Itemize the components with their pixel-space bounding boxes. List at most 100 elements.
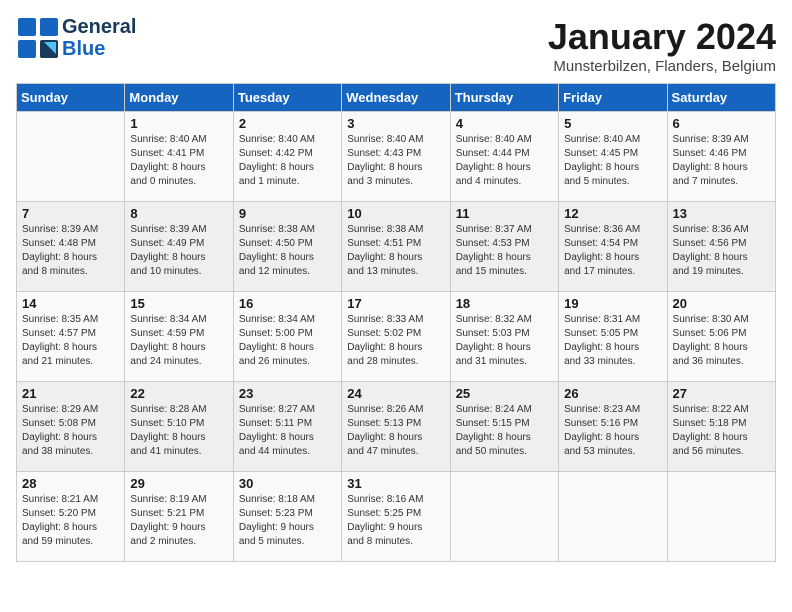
week-row-2: 7 Sunrise: 8:39 AM Sunset: 4:48 PM Daylig… (17, 202, 776, 292)
day-number: 3 (347, 116, 444, 131)
day-number: 9 (239, 206, 336, 221)
logo-text-blue: Blue (62, 38, 136, 60)
day-number: 24 (347, 386, 444, 401)
day-info: Sunrise: 8:31 AM Sunset: 5:05 PM Dayligh… (564, 313, 661, 369)
calendar-cell: 26 Sunrise: 8:23 AM Sunset: 5:16 PM Dayli… (559, 382, 667, 472)
day-number: 22 (130, 386, 227, 401)
day-info: Sunrise: 8:39 AM Sunset: 4:46 PM Dayligh… (673, 133, 770, 189)
day-info: Sunrise: 8:40 AM Sunset: 4:45 PM Dayligh… (564, 133, 661, 189)
day-info: Sunrise: 8:29 AM Sunset: 5:08 PM Dayligh… (22, 403, 119, 459)
calendar-cell (450, 472, 558, 562)
calendar-cell: 9Sunrise: 8:38 AM Sunset: 4:50 PM Daylig… (233, 202, 341, 292)
calendar-cell: 28 Sunrise: 8:21 AM Sunset: 5:20 PM Dayli… (17, 472, 125, 562)
day-number: 10 (347, 206, 444, 221)
calendar-header: SundayMondayTuesdayWednesdayThursdayFrid… (17, 84, 776, 112)
calendar-cell: 21 Sunrise: 8:29 AM Sunset: 5:08 PM Dayli… (17, 382, 125, 472)
calendar-cell: 23 Sunrise: 8:27 AM Sunset: 5:11 PM Dayli… (233, 382, 341, 472)
calendar-cell: 6 Sunrise: 8:39 AM Sunset: 4:46 PM Daylig… (667, 112, 775, 202)
logo: General Blue (16, 16, 136, 60)
calendar-cell: 11 Sunrise: 8:37 AM Sunset: 4:53 PM Dayli… (450, 202, 558, 292)
calendar-body: 1 Sunrise: 8:40 AM Sunset: 4:41 PM Daylig… (17, 112, 776, 562)
day-number: 7 (22, 206, 119, 221)
day-info: Sunrise: 8:40 AM Sunset: 4:42 PM Dayligh… (239, 133, 336, 189)
title-area: January 2024 Munsterbilzen, Flanders, Be… (548, 16, 776, 75)
day-info: Sunrise: 8:36 AM Sunset: 4:56 PM Dayligh… (673, 223, 770, 279)
week-row-1: 1 Sunrise: 8:40 AM Sunset: 4:41 PM Daylig… (17, 112, 776, 202)
header-row: SundayMondayTuesdayWednesdayThursdayFrid… (17, 84, 776, 112)
day-info: Sunrise: 8:16 AM Sunset: 5:25 PM Dayligh… (347, 493, 444, 549)
day-number: 19 (564, 296, 661, 311)
calendar-cell: 29 Sunrise: 8:19 AM Sunset: 5:21 PM Dayli… (125, 472, 233, 562)
day-number: 4 (456, 116, 553, 131)
day-info: Sunrise: 8:21 AM Sunset: 5:20 PM Dayligh… (22, 493, 119, 549)
header-cell-thursday: Thursday (450, 84, 558, 112)
day-number: 8 (130, 206, 227, 221)
calendar-cell: 25 Sunrise: 8:24 AM Sunset: 5:15 PM Dayli… (450, 382, 558, 472)
day-info: Sunrise: 8:22 AM Sunset: 5:18 PM Dayligh… (673, 403, 770, 459)
calendar-title: January 2024 (548, 16, 776, 58)
day-info: Sunrise: 8:39 AM Sunset: 4:48 PM Dayligh… (22, 223, 119, 279)
day-info: Sunrise: 8:23 AM Sunset: 5:16 PM Dayligh… (564, 403, 661, 459)
day-info: Sunrise: 8:30 AM Sunset: 5:06 PM Dayligh… (673, 313, 770, 369)
header-cell-tuesday: Tuesday (233, 84, 341, 112)
day-number: 27 (673, 386, 770, 401)
day-number: 31 (347, 476, 444, 491)
day-number: 25 (456, 386, 553, 401)
calendar-cell: 5Sunrise: 8:40 AM Sunset: 4:45 PM Daylig… (559, 112, 667, 202)
calendar-cell: 12Sunrise: 8:36 AM Sunset: 4:54 PM Dayli… (559, 202, 667, 292)
header-cell-friday: Friday (559, 84, 667, 112)
day-info: Sunrise: 8:19 AM Sunset: 5:21 PM Dayligh… (130, 493, 227, 549)
week-row-3: 14Sunrise: 8:35 AM Sunset: 4:57 PM Dayli… (17, 292, 776, 382)
calendar-cell: 24 Sunrise: 8:26 AM Sunset: 5:13 PM Dayli… (342, 382, 450, 472)
calendar-cell (559, 472, 667, 562)
calendar-cell: 1 Sunrise: 8:40 AM Sunset: 4:41 PM Daylig… (125, 112, 233, 202)
week-row-4: 21 Sunrise: 8:29 AM Sunset: 5:08 PM Dayli… (17, 382, 776, 472)
header-cell-wednesday: Wednesday (342, 84, 450, 112)
day-info: Sunrise: 8:34 AM Sunset: 4:59 PM Dayligh… (130, 313, 227, 369)
calendar-cell: 17Sunrise: 8:33 AM Sunset: 5:02 PM Dayli… (342, 292, 450, 382)
day-info: Sunrise: 8:40 AM Sunset: 4:44 PM Dayligh… (456, 133, 553, 189)
day-number: 12 (564, 206, 661, 221)
day-number: 15 (130, 296, 227, 311)
day-info: Sunrise: 8:40 AM Sunset: 4:41 PM Dayligh… (130, 133, 227, 189)
day-number: 23 (239, 386, 336, 401)
day-number: 14 (22, 296, 119, 311)
day-info: Sunrise: 8:26 AM Sunset: 5:13 PM Dayligh… (347, 403, 444, 459)
calendar-cell: 22Sunrise: 8:28 AM Sunset: 5:10 PM Dayli… (125, 382, 233, 472)
calendar-cell: 15 Sunrise: 8:34 AM Sunset: 4:59 PM Dayli… (125, 292, 233, 382)
day-info: Sunrise: 8:33 AM Sunset: 5:02 PM Dayligh… (347, 313, 444, 369)
day-number: 21 (22, 386, 119, 401)
day-number: 11 (456, 206, 553, 221)
day-info: Sunrise: 8:18 AM Sunset: 5:23 PM Dayligh… (239, 493, 336, 549)
day-info: Sunrise: 8:27 AM Sunset: 5:11 PM Dayligh… (239, 403, 336, 459)
calendar-table: SundayMondayTuesdayWednesdayThursdayFrid… (16, 83, 776, 562)
day-info: Sunrise: 8:24 AM Sunset: 5:15 PM Dayligh… (456, 403, 553, 459)
day-info: Sunrise: 8:39 AM Sunset: 4:49 PM Dayligh… (130, 223, 227, 279)
day-info: Sunrise: 8:34 AM Sunset: 5:00 PM Dayligh… (239, 313, 336, 369)
calendar-cell: 3 Sunrise: 8:40 AM Sunset: 4:43 PM Daylig… (342, 112, 450, 202)
header-cell-sunday: Sunday (17, 84, 125, 112)
day-number: 6 (673, 116, 770, 131)
day-number: 29 (130, 476, 227, 491)
logo-text-general: General (62, 16, 136, 38)
header-cell-monday: Monday (125, 84, 233, 112)
day-info: Sunrise: 8:38 AM Sunset: 4:51 PM Dayligh… (347, 223, 444, 279)
calendar-cell: 8 Sunrise: 8:39 AM Sunset: 4:49 PM Daylig… (125, 202, 233, 292)
calendar-cell: 14Sunrise: 8:35 AM Sunset: 4:57 PM Dayli… (17, 292, 125, 382)
day-number: 2 (239, 116, 336, 131)
day-number: 26 (564, 386, 661, 401)
day-info: Sunrise: 8:40 AM Sunset: 4:43 PM Dayligh… (347, 133, 444, 189)
calendar-cell: 2 Sunrise: 8:40 AM Sunset: 4:42 PM Daylig… (233, 112, 341, 202)
day-number: 18 (456, 296, 553, 311)
calendar-cell: 19 Sunrise: 8:31 AM Sunset: 5:05 PM Dayli… (559, 292, 667, 382)
day-number: 1 (130, 116, 227, 131)
calendar-cell: 13 Sunrise: 8:36 AM Sunset: 4:56 PM Dayli… (667, 202, 775, 292)
calendar-cell: 4 Sunrise: 8:40 AM Sunset: 4:44 PM Daylig… (450, 112, 558, 202)
day-number: 13 (673, 206, 770, 221)
calendar-cell (17, 112, 125, 202)
day-info: Sunrise: 8:37 AM Sunset: 4:53 PM Dayligh… (456, 223, 553, 279)
day-number: 28 (22, 476, 119, 491)
calendar-cell: 27 Sunrise: 8:22 AM Sunset: 5:18 PM Dayli… (667, 382, 775, 472)
calendar-cell (667, 472, 775, 562)
calendar-cell: 7 Sunrise: 8:39 AM Sunset: 4:48 PM Daylig… (17, 202, 125, 292)
